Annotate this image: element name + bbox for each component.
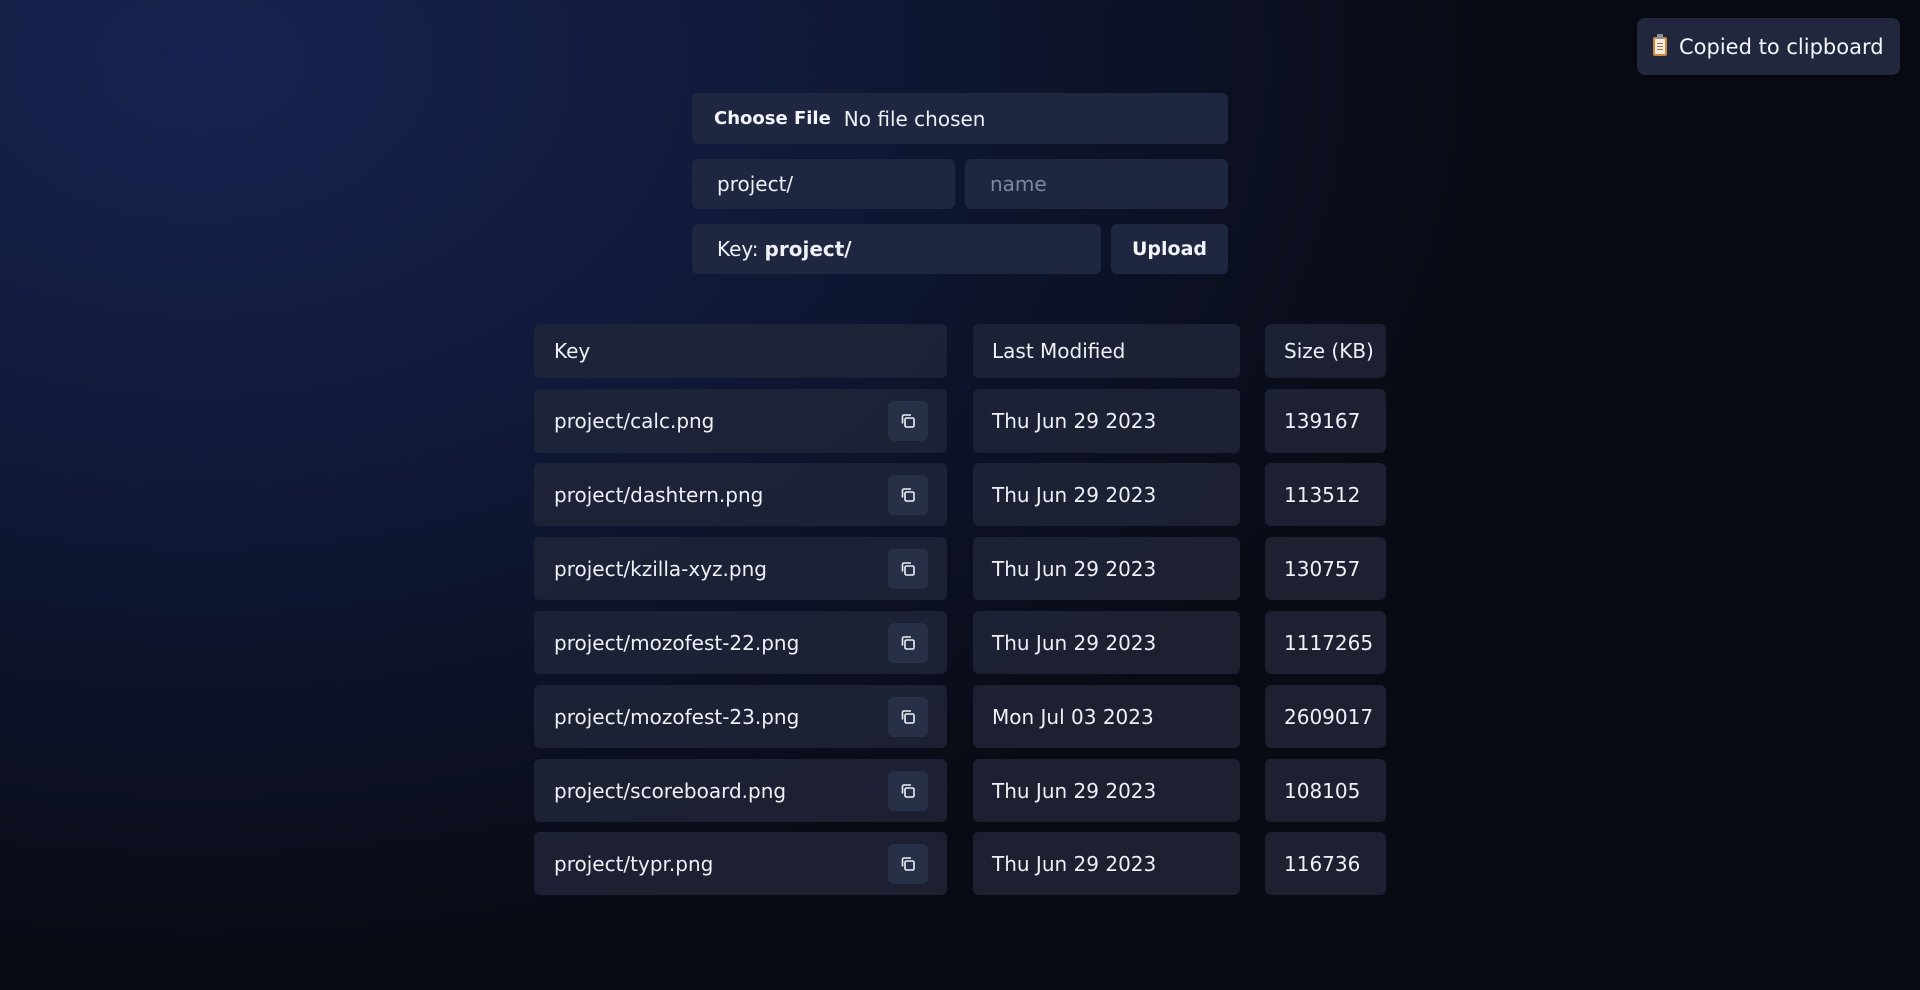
header-key: Key [534,324,947,378]
table-row-size: 130757 [1265,537,1386,600]
table-row-size: 108105 [1265,759,1386,822]
toast-message: Copied to clipboard [1679,34,1884,59]
header-last-modified: Last Modified [973,324,1240,378]
copy-key-button[interactable] [888,696,928,737]
name-input[interactable] [965,159,1228,209]
table-row-key: project/typr.png [534,832,947,895]
table-row-modified: Thu Jun 29 2023 [973,832,1240,895]
table-row-size: 139167 [1265,389,1386,453]
file-key: project/mozofest-23.png [554,704,800,729]
prefix-input[interactable] [692,159,955,209]
table-row-key: project/scoreboard.png [534,759,947,822]
upload-button[interactable]: Upload [1111,224,1228,274]
file-status-text: No file chosen [843,106,986,131]
file-key: project/kzilla-xyz.png [554,556,767,581]
copy-icon [901,414,915,428]
table-row-key: project/dashtern.png [534,463,947,526]
file-key: project/calc.png [554,409,715,433]
file-input[interactable]: Choose File No file chosen [692,93,1228,144]
key-value: project/ [764,237,852,261]
table-row-modified: Thu Jun 29 2023 [973,611,1240,674]
copy-icon [901,635,915,650]
header-size: Size (KB) [1265,324,1386,378]
table-row-key: project/mozofest-22.png [534,611,947,674]
table-row-size: 113512 [1265,463,1386,526]
file-key: project/scoreboard.png [554,778,787,803]
table-row-key: project/calc.png [534,389,947,453]
file-key: project/mozofest-22.png [554,630,800,655]
table-row-size: 1117265 [1265,611,1386,674]
copy-key-button[interactable] [888,770,928,811]
file-key: project/typr.png [554,851,714,876]
copy-key-button[interactable] [888,843,928,884]
table-row-modified: Thu Jun 29 2023 [973,537,1240,600]
clipboard-icon [1653,34,1667,56]
key-label: Key: [717,237,759,261]
table-row-modified: Mon Jul 03 2023 [973,685,1240,748]
copy-key-button[interactable] [888,548,928,589]
table-row-size: 116736 [1265,832,1386,895]
copy-icon [901,487,915,502]
table-row-modified: Thu Jun 29 2023 [973,463,1240,526]
copy-key-button[interactable] [888,401,928,441]
copy-key-button[interactable] [888,622,928,663]
table-row-key: project/kzilla-xyz.png [534,537,947,600]
table-row-size: 2609017 [1265,685,1386,748]
copy-icon [901,783,915,798]
key-preview: Key: project/ [692,224,1101,274]
copy-icon [901,709,915,724]
table-row-modified: Thu Jun 29 2023 [973,389,1240,453]
table-row-modified: Thu Jun 29 2023 [973,759,1240,822]
table-row-key: project/mozofest-23.png [534,685,947,748]
toast-notification: Copied to clipboard [1637,18,1900,75]
file-key: project/dashtern.png [554,482,764,507]
copy-key-button[interactable] [888,474,928,515]
copy-icon [901,856,915,871]
copy-icon [901,561,915,576]
choose-file-button[interactable]: Choose File [714,108,831,129]
